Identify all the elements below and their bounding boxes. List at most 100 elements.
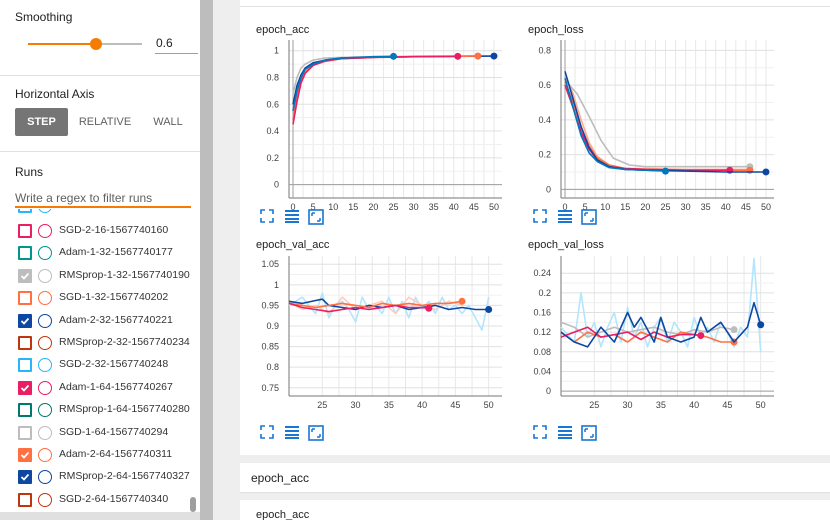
run-checkbox[interactable]: [18, 358, 32, 373]
fit-domain-icon[interactable]: [581, 425, 597, 441]
toggle-log-scale-icon[interactable]: [557, 209, 573, 225]
run-color-radio[interactable]: [38, 291, 52, 306]
run-color-radio[interactable]: [38, 336, 52, 350]
run-checkbox[interactable]: [18, 380, 32, 395]
run-color-radio[interactable]: [38, 380, 52, 395]
run-color-radio[interactable]: [38, 470, 52, 485]
epoch-acc-chart[interactable]: 0 5 10 15 20 25 30 35 40 45 5000.20.40.60.81: [252, 36, 507, 211]
run-item[interactable]: SGD-2-32-1567740248: [18, 355, 198, 375]
chart-toolbar: [260, 425, 340, 441]
fit-domain-icon[interactable]: [308, 425, 324, 441]
run-color-radio[interactable]: [38, 224, 52, 238]
x-tick-label: 45: [722, 400, 732, 410]
smoothing-slider-thumb[interactable]: [90, 38, 103, 50]
fullscreen-icon[interactable]: [533, 209, 549, 225]
run-item[interactable]: SGD-1-64-1567740294: [18, 423, 198, 443]
run-item[interactable]: SGD-1-32-1567740202: [18, 288, 198, 308]
run-color-radio[interactable]: [38, 358, 52, 373]
run-checkbox[interactable]: [18, 403, 32, 418]
run-color-radio[interactable]: [38, 425, 52, 440]
chart-title-epoch-val-loss: epoch_val_loss: [528, 239, 604, 251]
run-color-radio[interactable]: [38, 448, 52, 462]
run-checkbox[interactable]: [18, 425, 32, 440]
x-tick-label: 45: [469, 202, 479, 211]
epoch-val-acc-chart[interactable]: 25 30 35 40 45 50 0.75 0.8 0.85 0.9 0.95 1 1.05: [252, 252, 507, 424]
run-item[interactable]: Adam-1-64-1567740267: [18, 378, 198, 398]
fit-domain-icon[interactable]: [581, 209, 597, 225]
chart-title-epoch-acc-next: epoch_acc: [256, 509, 310, 520]
epoch-val-loss-chart[interactable]: 25 30 35 40 45 50 0 0.04 0.08 0.12 0.16 0.2 0.24: [524, 252, 779, 424]
run-item[interactable]: RMSprop-1-32-1567740190: [18, 266, 198, 286]
run-checkbox[interactable]: [18, 291, 32, 306]
chart-toolbar: [533, 425, 613, 441]
run-label: Adam-1-32-1567740177: [59, 246, 173, 259]
y-tick-label: 0.6: [538, 80, 551, 90]
run-checkbox[interactable]: [18, 209, 32, 213]
run-item[interactable]: SGD-2-16-1567740160: [18, 221, 198, 241]
run-color-radio[interactable]: [38, 209, 52, 213]
toggle-log-scale-icon[interactable]: [284, 425, 300, 441]
axis-relative-button[interactable]: RELATIVE: [76, 108, 134, 136]
run-item[interactable]: RMSprop-2-32-1567740234: [18, 333, 198, 353]
x-tick-label: 50: [756, 400, 766, 410]
sidebar-footer: [0, 512, 200, 520]
axis-wall-button[interactable]: WALL: [146, 108, 190, 136]
main-area: epoch_acc epoch_loss epoch_val_acc epoch…: [213, 0, 830, 520]
x-tick-label: 30: [681, 202, 691, 211]
run-color-radio[interactable]: [38, 492, 52, 507]
y-tick-label: 1.05: [261, 259, 279, 269]
run-item-partial[interactable]: [18, 209, 198, 216]
run-item[interactable]: Adam-1-32-1567740177: [18, 243, 198, 263]
y-tick-label: 0.95: [261, 300, 279, 310]
run-color-radio[interactable]: [38, 403, 52, 418]
run-checkbox[interactable]: [18, 246, 32, 261]
axis-step-button[interactable]: STEP: [15, 108, 68, 136]
series-end-marker: [425, 304, 433, 312]
run-list-scrollbar[interactable]: [190, 497, 196, 512]
run-checkbox[interactable]: [18, 313, 32, 328]
run-item[interactable]: SGD-2-64-1567740340: [18, 490, 198, 510]
run-label: Adam-2-32-1567740221: [59, 313, 173, 326]
y-tick-label: 0.2: [538, 288, 551, 298]
run-checkbox[interactable]: [18, 448, 32, 462]
run-checkbox[interactable]: [18, 268, 32, 283]
run-filter-input[interactable]: [15, 189, 191, 208]
toggle-log-scale-icon[interactable]: [557, 425, 573, 441]
runs-label: Runs: [15, 165, 44, 179]
fit-domain-icon[interactable]: [308, 209, 324, 225]
run-item[interactable]: Adam-2-32-1567740221: [18, 311, 198, 331]
section-header[interactable]: epoch_acc: [240, 463, 830, 493]
x-tick-label: 30: [623, 400, 633, 410]
run-item[interactable]: RMSprop-2-64-1567740327: [18, 467, 198, 487]
run-checkbox[interactable]: [18, 336, 32, 350]
x-tick-label: 25: [589, 400, 599, 410]
run-item[interactable]: Adam-2-64-1567740311: [18, 445, 198, 465]
y-tick-label: 0.4: [266, 126, 279, 136]
smoothing-slider[interactable]: [28, 38, 142, 50]
y-tick-label: 0.8: [266, 72, 279, 82]
toggle-log-scale-icon[interactable]: [284, 209, 300, 225]
series-end-marker: [474, 52, 482, 60]
run-checkbox[interactable]: [18, 470, 32, 485]
run-color-radio[interactable]: [38, 246, 52, 261]
fullscreen-icon[interactable]: [260, 209, 276, 225]
x-tick-label: 35: [701, 202, 711, 211]
fullscreen-icon[interactable]: [533, 425, 549, 441]
smoothing-value-input[interactable]: 0.6: [155, 36, 198, 54]
run-color-radio[interactable]: [38, 313, 52, 328]
series-end-marker: [485, 306, 493, 314]
y-tick-label: 0.6: [266, 99, 279, 109]
epoch-loss-chart[interactable]: 0 5 10 15 20 25 30 35 40 45 5000.20.40.60.8: [524, 36, 779, 211]
run-item[interactable]: RMSprop-1-64-1567740280: [18, 400, 198, 420]
series-end-marker: [389, 52, 397, 60]
chart-title-epoch-loss: epoch_loss: [528, 24, 584, 36]
fullscreen-icon[interactable]: [260, 425, 276, 441]
series-end-marker: [661, 167, 669, 175]
run-color-radio[interactable]: [38, 268, 52, 283]
y-tick-label: 0.04: [533, 366, 551, 376]
check-icon: [20, 451, 30, 459]
run-checkbox[interactable]: [18, 224, 32, 238]
sidebar-resize-gutter[interactable]: [200, 0, 213, 520]
x-tick-label: 20: [640, 202, 650, 211]
run-checkbox[interactable]: [18, 492, 32, 507]
